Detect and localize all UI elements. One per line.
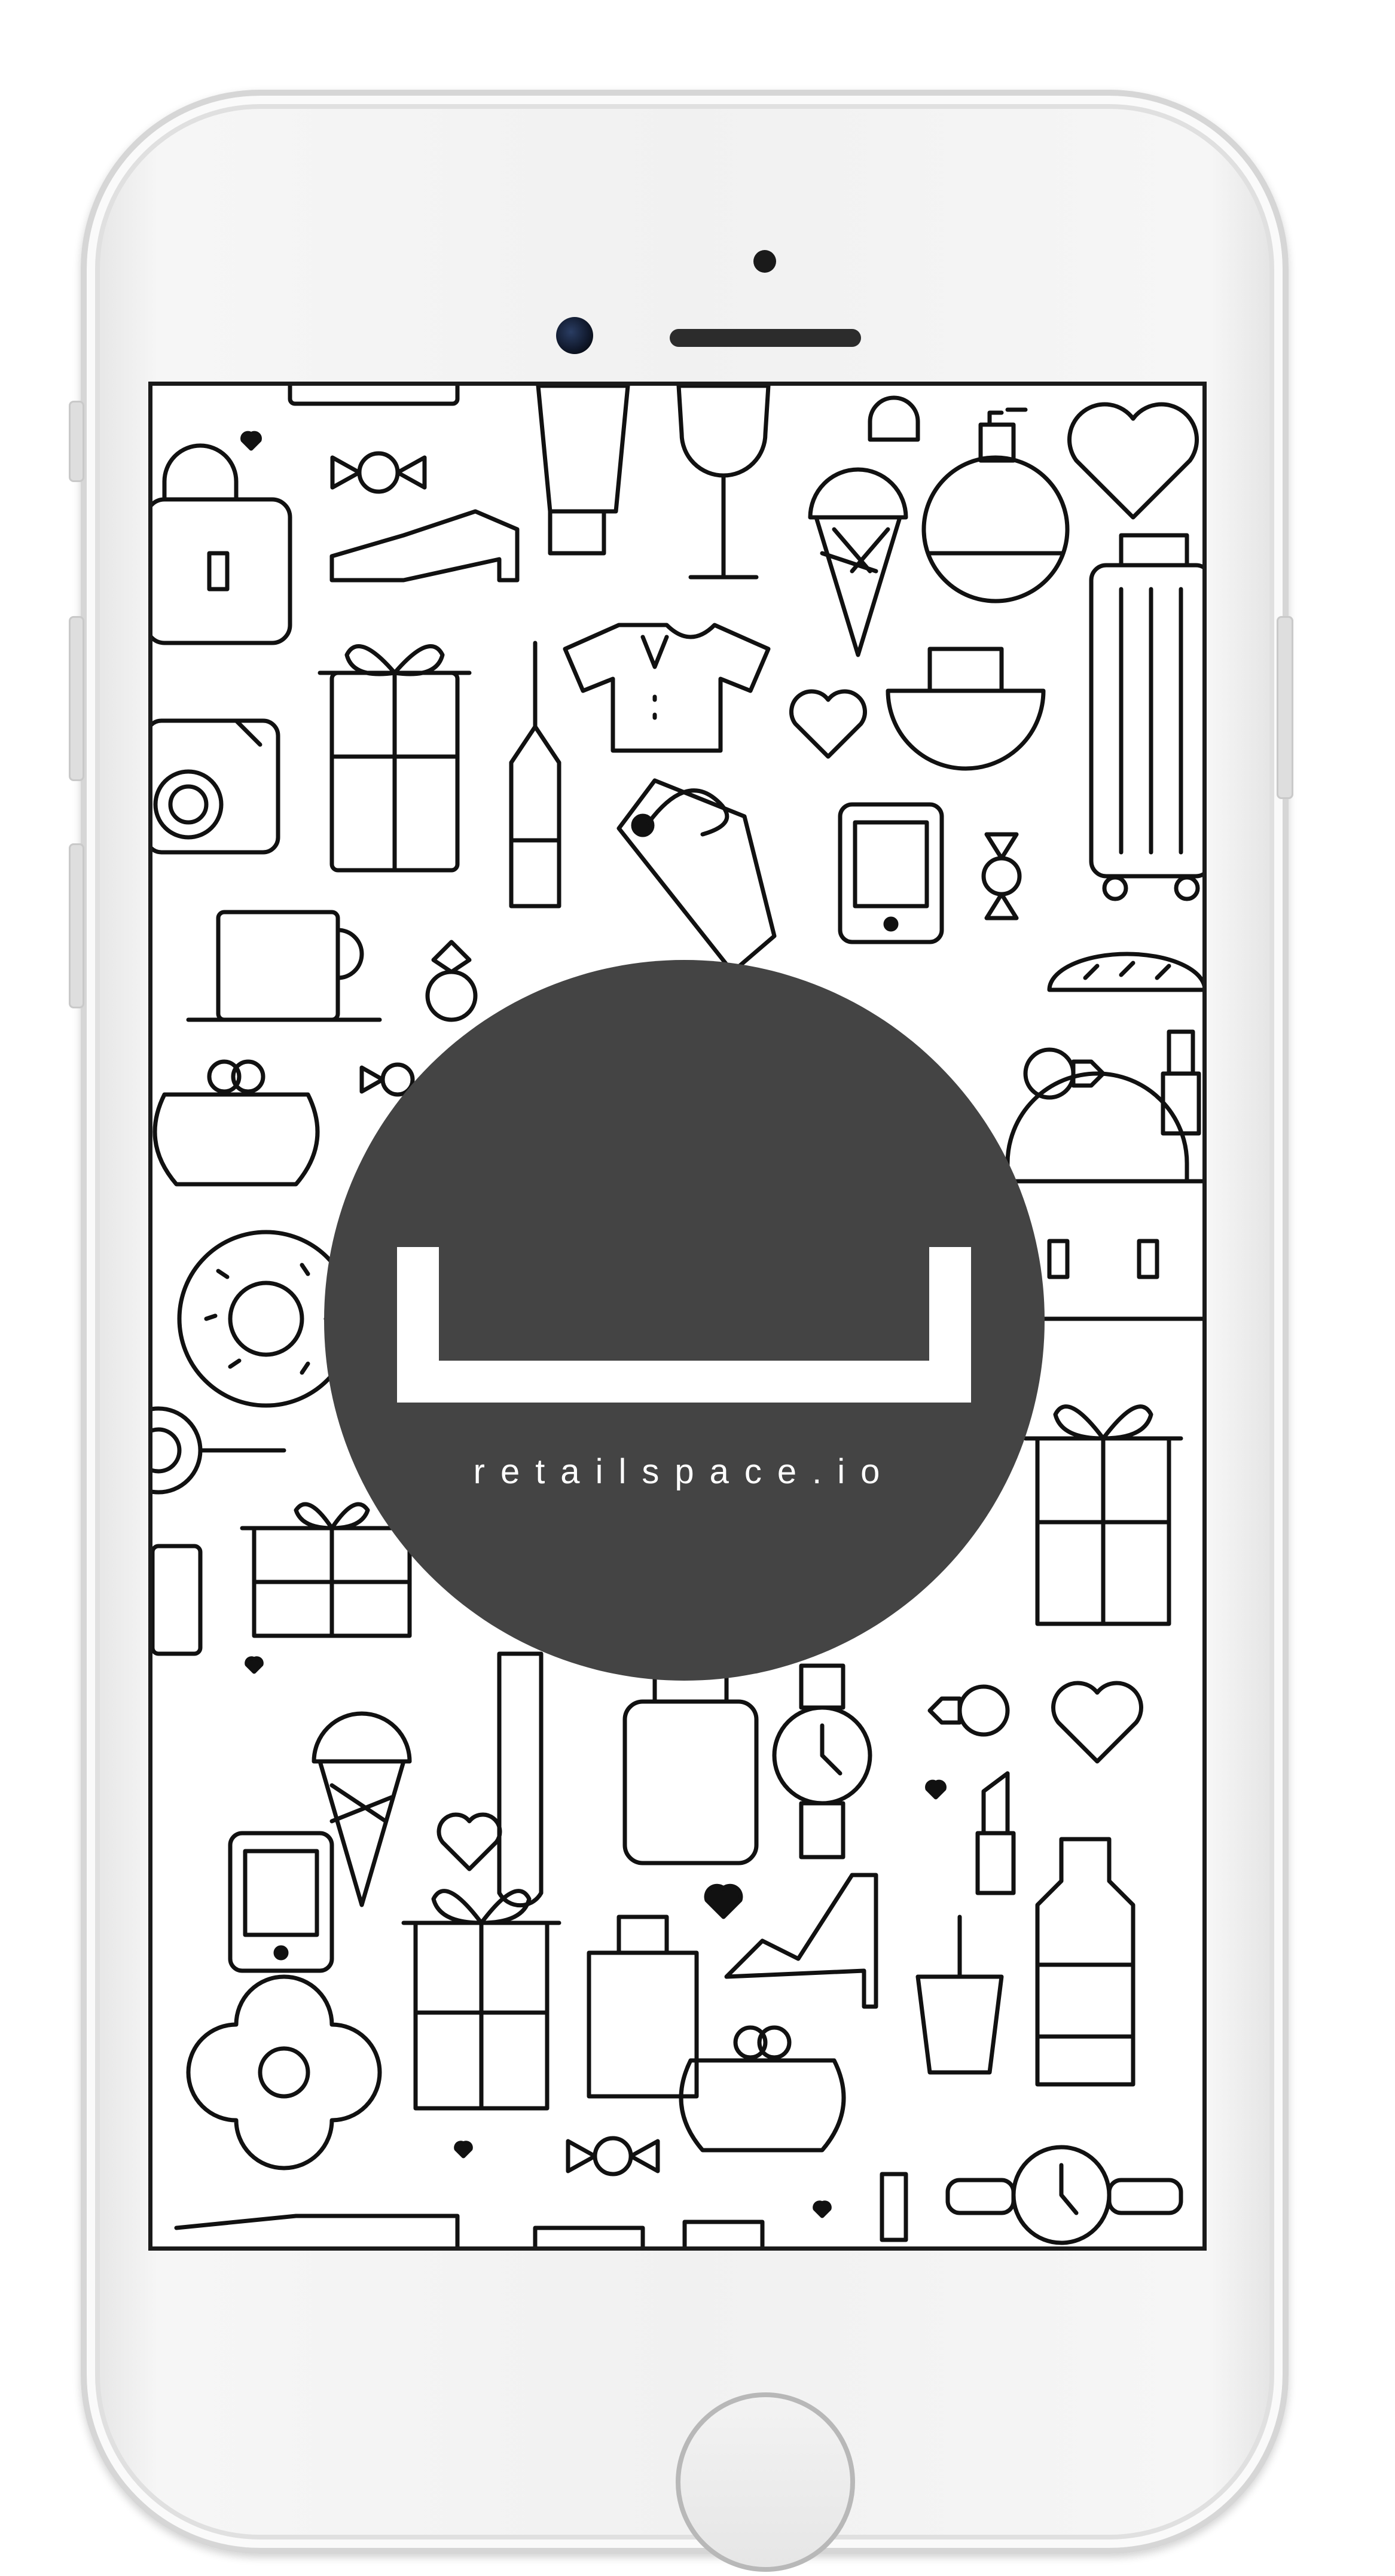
gift-icon bbox=[318, 644, 472, 873]
candy-icon bbox=[566, 2136, 660, 2176]
camera-icon bbox=[152, 718, 280, 855]
brand-logo: retailspace.io bbox=[324, 960, 1045, 1681]
bottle-icon bbox=[1035, 1837, 1135, 2087]
suitcase-icon bbox=[1089, 533, 1202, 901]
ring-icon bbox=[927, 1684, 1010, 1737]
tube-icon bbox=[288, 386, 460, 406]
proximity-sensor bbox=[753, 250, 776, 273]
phone-icon bbox=[228, 1831, 334, 1973]
heart-icon bbox=[245, 1656, 264, 1674]
power-button bbox=[1277, 616, 1293, 799]
tube-icon bbox=[536, 386, 630, 556]
watch-icon bbox=[772, 1663, 872, 1859]
heart-icon bbox=[789, 689, 867, 759]
ice-cream-icon bbox=[808, 467, 908, 657]
lipstick-icon bbox=[1161, 1029, 1201, 1136]
wine-glass-icon bbox=[676, 386, 771, 580]
cup-icon bbox=[186, 910, 382, 1022]
heart-icon bbox=[1067, 402, 1199, 520]
tag-icon bbox=[616, 778, 777, 974]
heart-icon bbox=[240, 431, 262, 451]
gift-icon bbox=[401, 1889, 561, 2111]
lipstick-icon bbox=[975, 1771, 1016, 1895]
cup-icon bbox=[533, 2226, 645, 2246]
ring-icon bbox=[425, 940, 478, 1022]
cup-icon bbox=[868, 395, 920, 442]
heart-icon bbox=[813, 2200, 832, 2218]
lipstick-icon bbox=[880, 2172, 908, 2242]
brand-name: retailspace.io bbox=[473, 1452, 896, 1491]
candy-icon bbox=[359, 1062, 415, 1097]
volume-down-button bbox=[69, 843, 84, 1008]
ice-cream-icon bbox=[312, 1711, 412, 1907]
cup-icon bbox=[915, 1915, 1004, 2075]
high-heel-icon bbox=[724, 1873, 878, 2009]
candy-icon bbox=[330, 451, 427, 494]
purse-icon bbox=[152, 1059, 320, 1187]
heart-icon bbox=[704, 1883, 743, 1919]
watch-icon bbox=[945, 2145, 1183, 2245]
shopping-bag-icon bbox=[587, 1915, 699, 2099]
heart-icon bbox=[454, 2141, 473, 2159]
comb-icon bbox=[497, 1651, 544, 1908]
app-splash-screen: retailspace.io bbox=[148, 382, 1207, 2251]
shopping-bag-icon bbox=[886, 647, 1046, 771]
candy-icon bbox=[981, 832, 1022, 920]
front-camera-icon bbox=[556, 317, 593, 354]
cup-icon bbox=[682, 2220, 765, 2246]
earpiece-speaker bbox=[670, 329, 861, 347]
heart-icon bbox=[436, 1812, 502, 1871]
logo-bracket-icon bbox=[397, 1247, 971, 1403]
phone-icon bbox=[838, 802, 944, 944]
bottle-icon bbox=[174, 2214, 460, 2246]
phone-icon bbox=[152, 1544, 203, 1656]
mute-switch bbox=[69, 401, 84, 482]
flower-cookie-icon bbox=[186, 1974, 382, 2170]
shoe-icon bbox=[329, 509, 520, 583]
home-button[interactable] bbox=[676, 2392, 855, 2572]
bottle-icon bbox=[509, 641, 561, 909]
lollipop-icon bbox=[152, 1406, 286, 1495]
gift-icon bbox=[1023, 1404, 1183, 1626]
heart-icon bbox=[925, 1779, 947, 1800]
handbag-icon bbox=[152, 443, 292, 645]
bread-icon bbox=[1047, 952, 1202, 992]
purse-icon bbox=[679, 2025, 846, 2153]
perfume-icon bbox=[921, 407, 1070, 603]
heart-icon bbox=[1051, 1681, 1143, 1764]
volume-up-button bbox=[69, 616, 84, 781]
tshirt-icon bbox=[563, 623, 771, 753]
